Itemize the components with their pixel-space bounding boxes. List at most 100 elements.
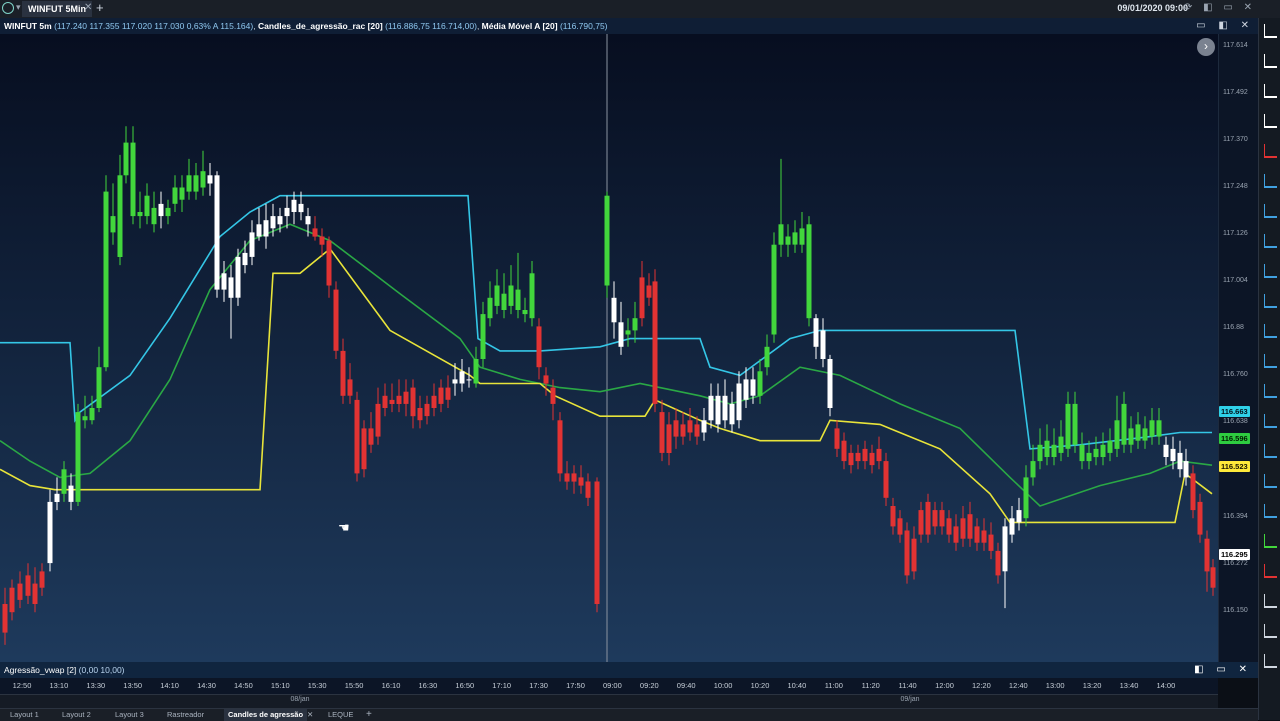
layout-tab[interactable]: LEQUE (328, 709, 353, 721)
candle-body (361, 428, 367, 470)
candle-body (1183, 461, 1189, 478)
candle-body (39, 571, 45, 588)
add-layout-button[interactable]: + (366, 709, 372, 721)
candle-body (368, 428, 374, 445)
pointer-icon[interactable] (1264, 24, 1277, 38)
hand-icon[interactable] (1264, 54, 1277, 68)
trendline-icon[interactable] (1264, 204, 1277, 218)
subpanel-header: Agressão_vwap [2] (0,00 10,00) ◧ ▭ ✕ (0, 662, 1258, 678)
layout-tab[interactable]: Rastreador (167, 709, 204, 721)
chart-window-controls[interactable]: ▭ ◧ ✕ (1196, 18, 1254, 34)
candle-body (96, 367, 102, 408)
layout-tab[interactable]: Candles de agressão (224, 709, 308, 721)
date-label: 09/jan (900, 696, 920, 703)
price-axis[interactable]: 117.614 117.492 117.370 117.248 117.126 117.0… (1218, 34, 1258, 662)
price-badge: 116.523 (1219, 461, 1250, 472)
chart-symbol: WINFUT 5m (4, 21, 52, 31)
candle-body (1142, 428, 1148, 441)
chevron-down-icon[interactable]: ▾ (16, 2, 21, 13)
subpanel-controls[interactable]: ◧ ▭ ✕ (1194, 662, 1252, 678)
time-axis[interactable]: 12:50 13:10 13:30 13:50 14:10 14:30 14:50 15:10… (0, 678, 1218, 694)
candle-body (340, 350, 346, 396)
candle-body (694, 424, 700, 437)
candle-body (172, 187, 178, 204)
candle-body (333, 289, 339, 351)
crosshair-icon[interactable] (1264, 84, 1277, 98)
price-badge: 116.596 (1219, 433, 1250, 444)
hline-icon[interactable] (1264, 264, 1277, 278)
price-chart[interactable] (0, 34, 1218, 662)
candle-body (687, 420, 693, 433)
arrow-down-icon[interactable] (1264, 564, 1277, 578)
candle-body (522, 310, 528, 315)
candle-body (1051, 444, 1057, 457)
magnet-icon[interactable] (1264, 144, 1277, 158)
candle-body (820, 330, 826, 359)
candle-body (953, 526, 959, 543)
candle-body (1072, 403, 1078, 445)
candle-body (1204, 538, 1210, 572)
fib-icon[interactable] (1264, 414, 1277, 428)
channel-icon[interactable] (1264, 444, 1277, 458)
candle-body (1156, 420, 1162, 437)
time-tick: 09:20 (639, 681, 659, 690)
measure-icon[interactable] (1264, 504, 1277, 518)
grid-icon[interactable] (1264, 624, 1277, 638)
tab-winfut[interactable]: WINFUT 5Min (22, 1, 92, 17)
candle-body (137, 212, 143, 217)
candle-body (981, 530, 987, 543)
gear-icon[interactable] (1264, 654, 1277, 668)
line-icon[interactable] (1264, 174, 1277, 188)
candle-body (487, 297, 493, 319)
triangle-icon[interactable] (1264, 354, 1277, 368)
subpanel-title[interactable]: Agressão_vwap [2] (0, 665, 76, 675)
price-tick: 116.150 (1223, 607, 1248, 614)
tab-close-icon[interactable]: ✕ (307, 709, 313, 721)
indicator-name-1[interactable]: Candles_de_agressão_rac [20] (258, 21, 383, 31)
rect-icon[interactable] (1264, 294, 1277, 308)
layout-tab[interactable]: Layout 2 (62, 709, 91, 721)
candle-body (932, 510, 938, 527)
candle-body (2, 604, 8, 633)
candle-body (813, 318, 819, 347)
candle-body (305, 216, 311, 225)
layout-tab[interactable]: Layout 1 (10, 709, 39, 721)
indicator-name-2[interactable]: Média Móvel A [20] (482, 21, 558, 31)
candle-body (1149, 420, 1155, 437)
price-tick: 117.492 (1223, 89, 1248, 96)
candle-body (32, 583, 38, 604)
arrow-up-icon[interactable] (1264, 534, 1277, 548)
aggression-lower-line (0, 247, 1213, 524)
candle-body (200, 171, 206, 188)
candle-body (473, 359, 479, 384)
candle-body (618, 322, 624, 347)
arc-icon[interactable] (1264, 474, 1277, 488)
price-tick: 116.394 (1223, 513, 1248, 520)
candle-body (89, 408, 95, 421)
ruler-icon[interactable] (1264, 594, 1277, 608)
candle-body (625, 330, 631, 335)
candle-body (827, 359, 833, 408)
text-icon[interactable] (1264, 114, 1277, 128)
candle-body (792, 232, 798, 245)
candle-body (389, 399, 395, 404)
ray-icon[interactable] (1264, 234, 1277, 248)
tab-close-icon[interactable]: ✕ (84, 2, 92, 13)
window-controls[interactable]: ⟳ ◧ ▭ ✕ (1184, 2, 1256, 13)
scroll-right-button[interactable]: › (1197, 38, 1215, 56)
time-tick: 17:50 (566, 681, 585, 690)
candle-body (298, 203, 304, 213)
candle-body (144, 195, 150, 217)
add-tab-button[interactable]: + (96, 0, 104, 15)
chart-header: WINFUT 5m (117.240 117.355 117.020 117.0… (0, 18, 1258, 34)
time-tick: 09:00 (603, 681, 622, 690)
candle-body (417, 408, 423, 421)
circle-icon[interactable] (1264, 324, 1277, 338)
time-tick: 14:10 (160, 681, 179, 690)
candle-body (1037, 444, 1043, 462)
candle-body (659, 412, 665, 453)
candle-body (883, 461, 889, 498)
candle-body (743, 379, 749, 400)
text-tool-icon[interactable] (1264, 384, 1277, 398)
layout-tab[interactable]: Layout 3 (115, 709, 144, 721)
